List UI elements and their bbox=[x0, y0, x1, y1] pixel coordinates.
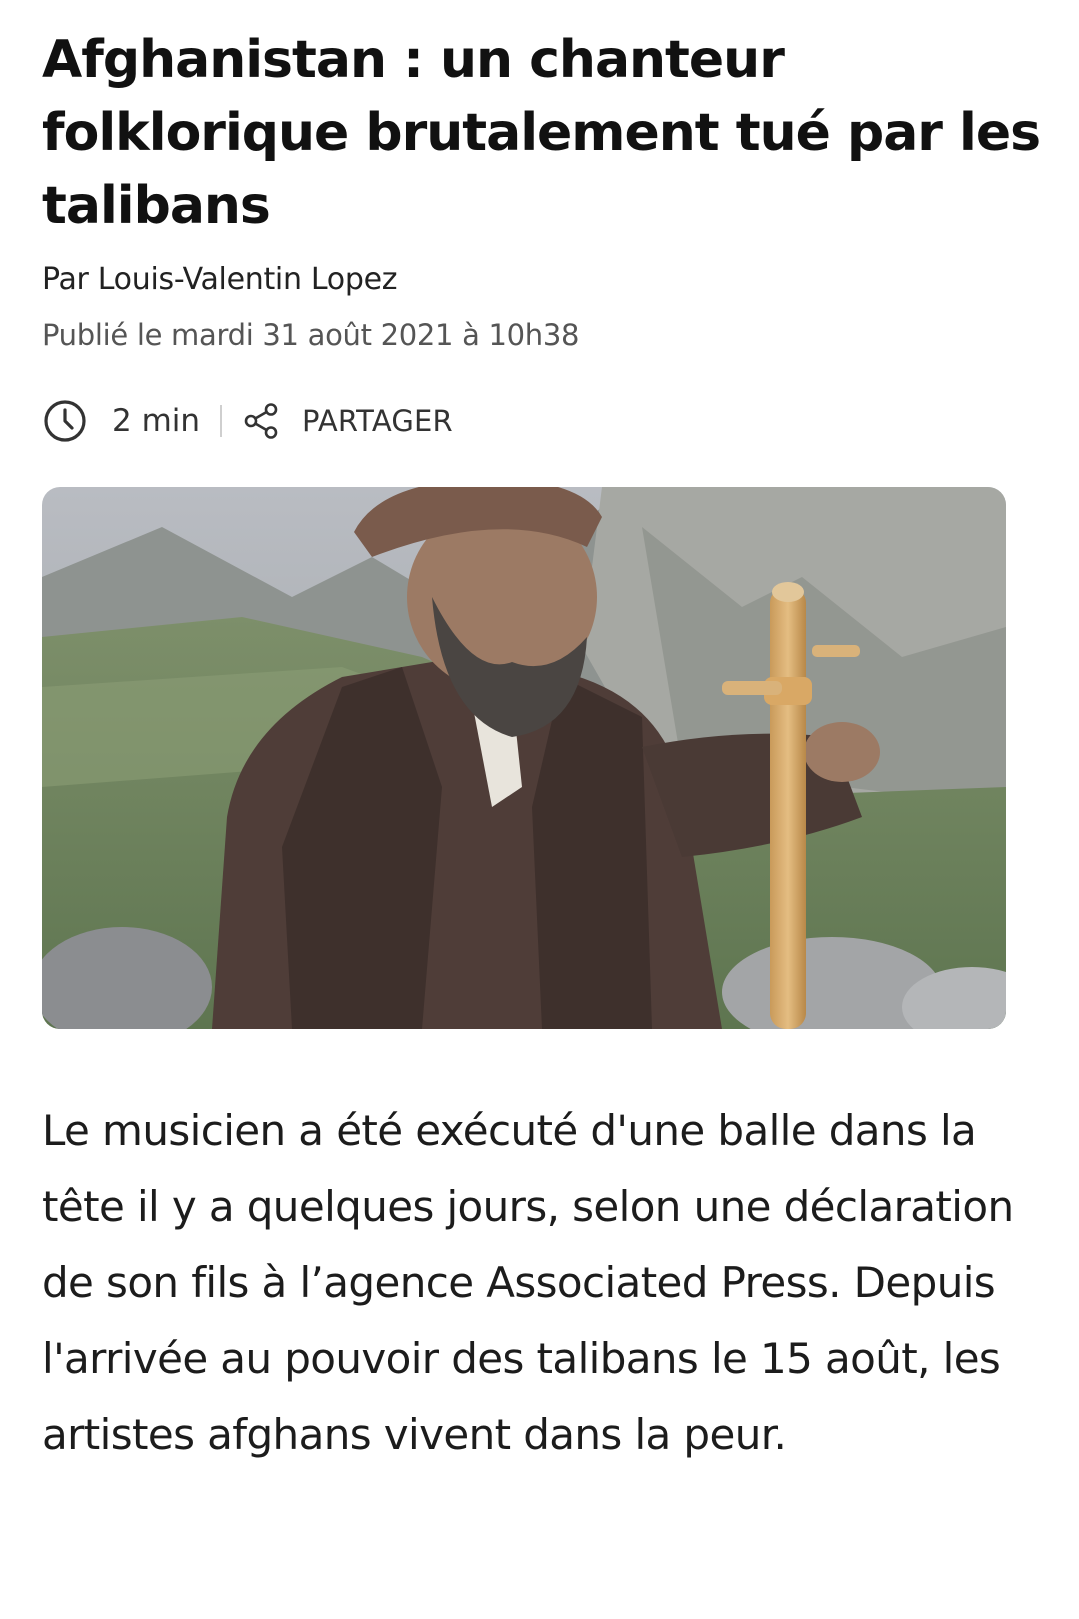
read-time: 2 min bbox=[112, 403, 201, 439]
article: Afghanistan : un chanteur folklorique br… bbox=[42, 0, 1042, 1459]
hero-photo-illustration bbox=[42, 487, 1006, 1029]
meta-divider bbox=[220, 405, 223, 437]
share-label: PARTAGER bbox=[302, 404, 453, 438]
share-icon bbox=[242, 402, 280, 440]
article-byline[interactable]: Par Louis-Valentin Lopez bbox=[42, 262, 398, 297]
article-headline: Afghanistan : un chanteur folklorique br… bbox=[42, 30, 1041, 236]
article-meta-row: 2 min PARTAGER bbox=[42, 398, 453, 444]
publish-date: Publié le mardi 31 août 2021 à 10h38 bbox=[42, 318, 580, 352]
article-hero-image[interactable] bbox=[42, 487, 1006, 1029]
article-lead: Le musicien a été exécuté d'une balle da… bbox=[42, 1106, 1014, 1459]
share-button[interactable]: PARTAGER bbox=[242, 402, 453, 440]
clock-icon bbox=[42, 398, 88, 444]
